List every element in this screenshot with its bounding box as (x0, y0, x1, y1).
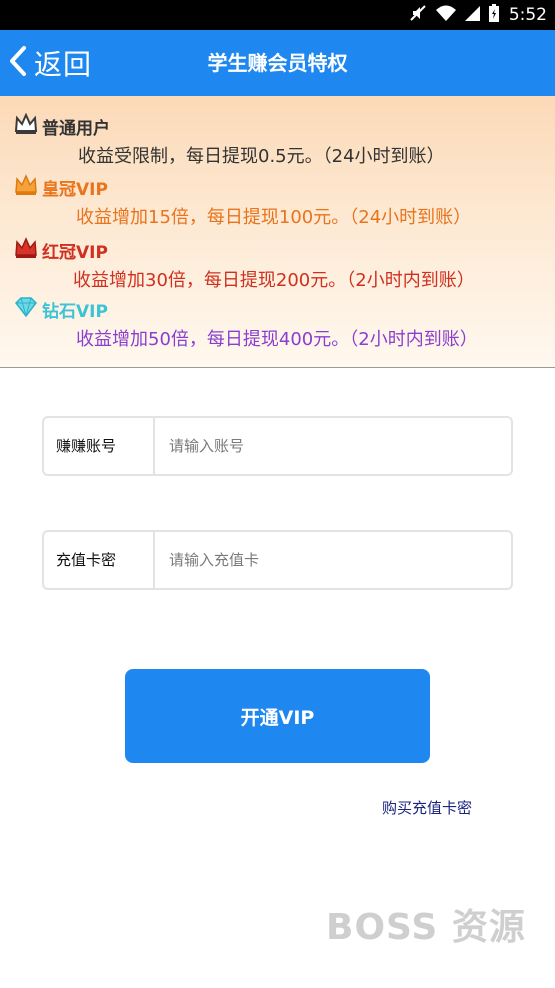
status-bar: 5:52 (0, 0, 555, 30)
mute-icon (409, 4, 427, 26)
open-vip-button[interactable]: 开通VIP (125, 669, 430, 763)
crown-orange-icon (14, 174, 38, 200)
card-label: 充值卡密 (44, 532, 155, 588)
crown-red-icon (14, 237, 38, 263)
chevron-left-icon (8, 45, 28, 81)
crown-gray-icon (14, 112, 38, 139)
diamond-icon (14, 296, 38, 322)
tier-name: 钻石VIP (42, 301, 108, 322)
buy-card-link[interactable]: 购买充值卡密 (382, 797, 472, 818)
card-row: 充值卡密 (42, 530, 513, 590)
account-row: 赚赚账号 (42, 416, 513, 476)
tier-name: 皇冠VIP (42, 179, 108, 200)
tier-normal: 普通用户 收益受限制，每日提现0.5元。（24小时到账） (0, 112, 555, 172)
wifi-icon (435, 4, 457, 26)
tier-desc: 收益增加50倍，每日提现400元。（2小时内到账） (76, 329, 478, 350)
tier-name: 普通用户 (42, 118, 110, 139)
tier-desc: 收益增加15倍，每日提现100元。（24小时到账） (76, 207, 472, 228)
card-input[interactable] (157, 532, 511, 588)
tier-red-crown-vip: 红冠VIP 收益增加30倍，每日提现200元。（2小时内到账） (0, 236, 555, 296)
status-icons: 5:52 (409, 0, 547, 30)
nav-bar: 学生赚会员特权 返回 (0, 30, 555, 96)
status-time: 5:52 (508, 5, 547, 25)
back-button[interactable]: 返回 (8, 42, 92, 84)
signal-icon (464, 4, 481, 26)
tier-desc: 收益增加30倍，每日提现200元。（2小时内到账） (73, 270, 475, 291)
back-label: 返回 (34, 48, 93, 81)
tier-diamond-vip: 钻石VIP 收益增加50倍，每日提现400元。（2小时内到账） (0, 295, 555, 355)
watermark: BOSS 资源 (326, 907, 526, 948)
battery-icon (488, 4, 499, 26)
account-label: 赚赚账号 (44, 418, 155, 474)
account-input[interactable] (157, 418, 511, 474)
tier-name: 红冠VIP (42, 242, 108, 263)
vip-tier-panel: 普通用户 收益受限制，每日提现0.5元。（24小时到账） 皇冠VIP 收益增加1… (0, 96, 555, 368)
tier-desc: 收益受限制，每日提现0.5元。（24小时到账） (78, 146, 445, 167)
tier-crown-vip: 皇冠VIP 收益增加15倍，每日提现100元。（24小时到账） (0, 173, 555, 233)
